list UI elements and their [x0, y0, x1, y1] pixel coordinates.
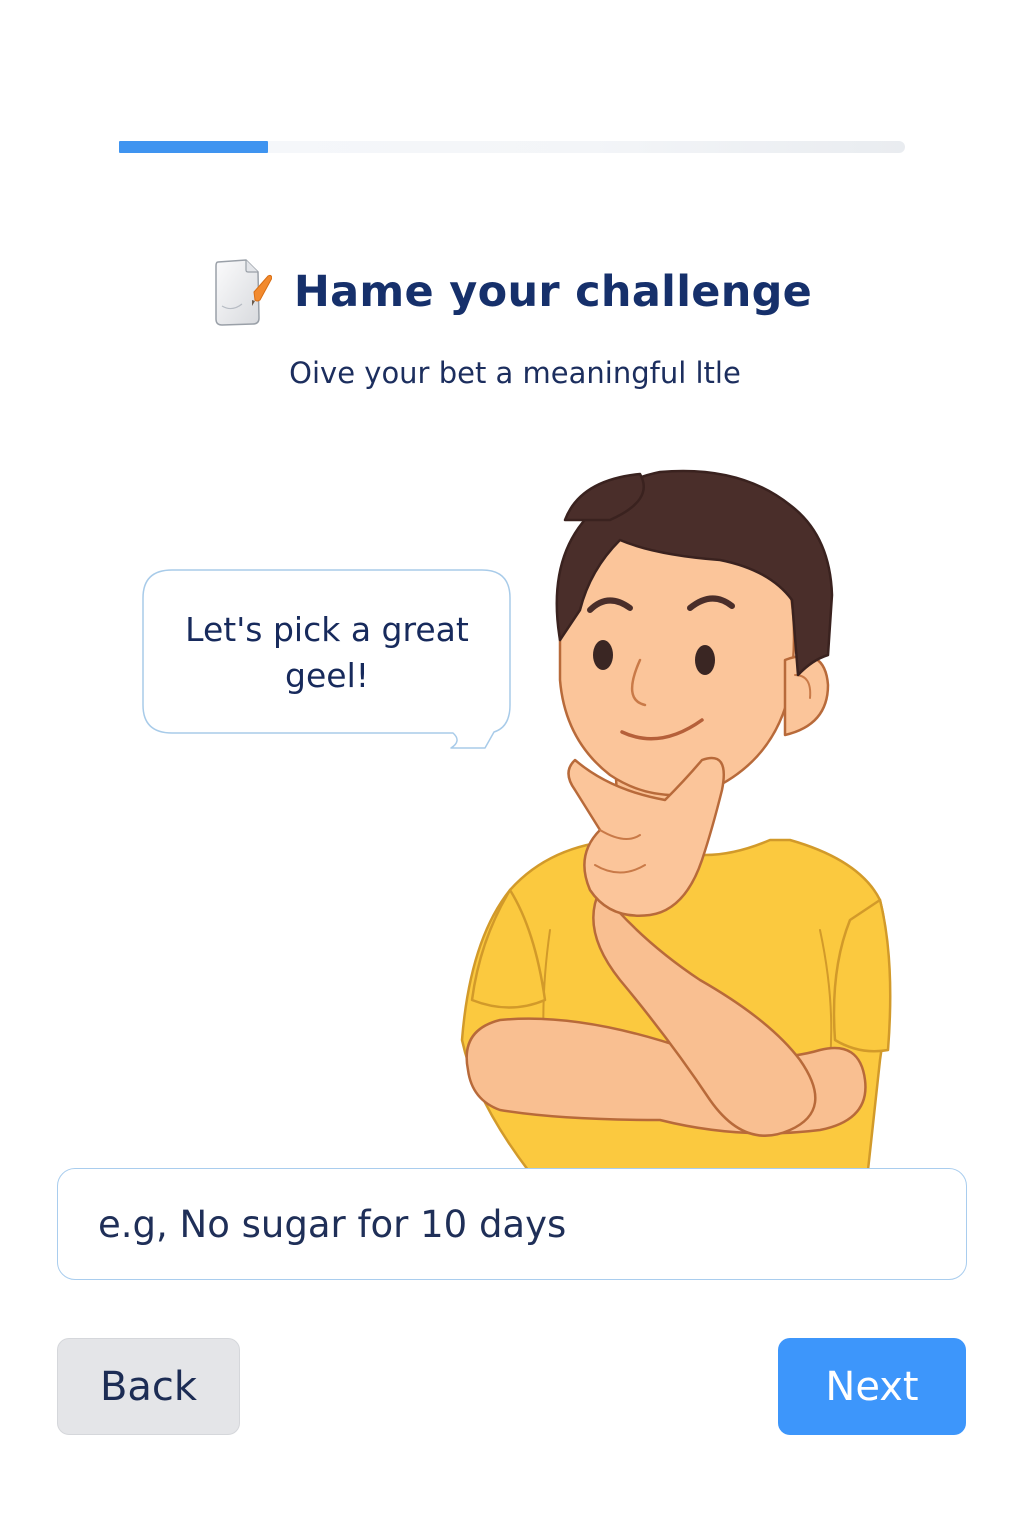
page-title: Hame your challenge: [293, 267, 813, 317]
progress-bar-fill: [119, 141, 269, 153]
page-header: Hame your challenge: [0, 252, 1024, 332]
name-challenge-screen: Hame your challenge Oive your bet a mean…: [0, 0, 1024, 1536]
memo-pencil-icon: [215, 259, 272, 326]
challenge-name-input[interactable]: [57, 1168, 967, 1280]
next-button[interactable]: Next: [778, 1338, 966, 1435]
progress-bar: [119, 141, 905, 153]
back-button[interactable]: Back: [57, 1338, 240, 1435]
page-subtitle: Oive your bet a meaningful ltle: [289, 356, 741, 390]
speech-bubble-text: Let's pick a great geel!: [185, 610, 469, 695]
thinking-man-illustration: [460, 469, 892, 1170]
